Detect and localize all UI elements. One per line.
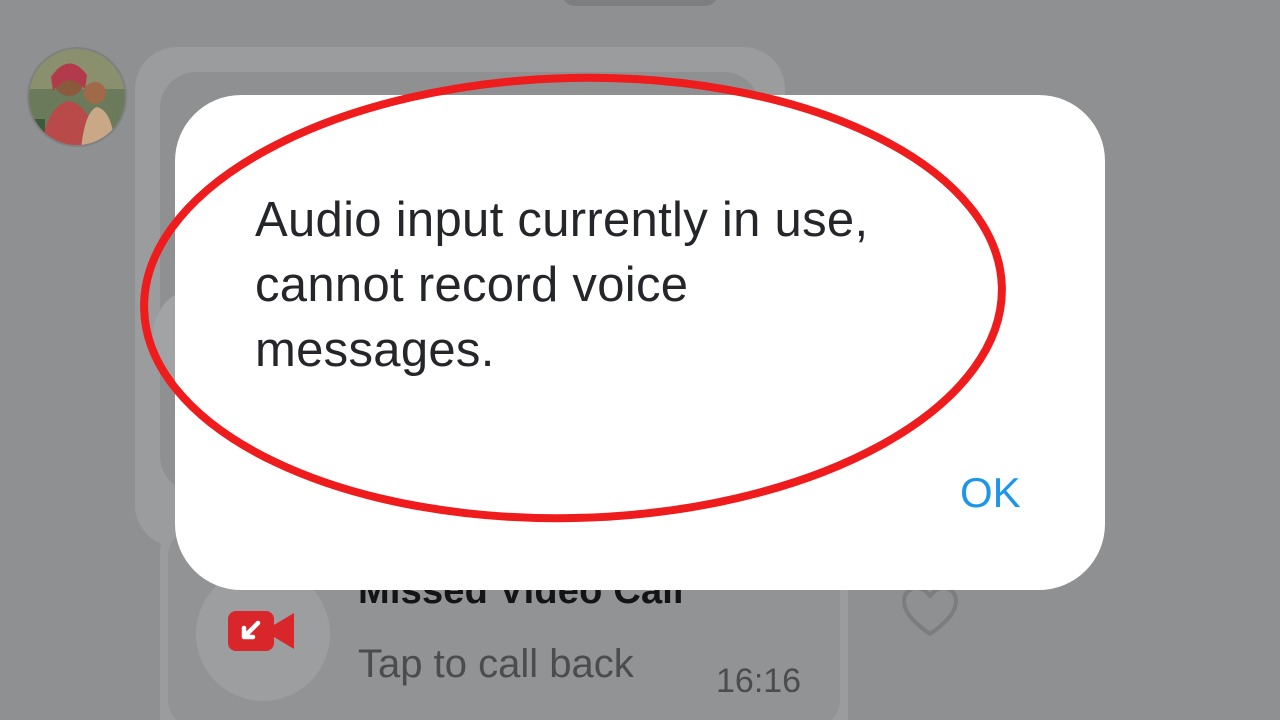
avatar[interactable]	[27, 47, 127, 147]
chat-screen: Missed Video Call Tap to call back 16:16…	[0, 0, 1280, 720]
call-subtitle[interactable]: Tap to call back	[358, 644, 634, 684]
call-timestamp: 16:16	[716, 662, 802, 700]
avatar-photo	[29, 49, 125, 145]
missed-video-call-icon	[228, 611, 294, 651]
heart-icon[interactable]	[900, 584, 960, 640]
top-date-pill	[562, 0, 718, 6]
ok-button[interactable]: OK	[960, 472, 1021, 514]
dialog-message: Audio input currently in use, cannot rec…	[255, 193, 869, 377]
